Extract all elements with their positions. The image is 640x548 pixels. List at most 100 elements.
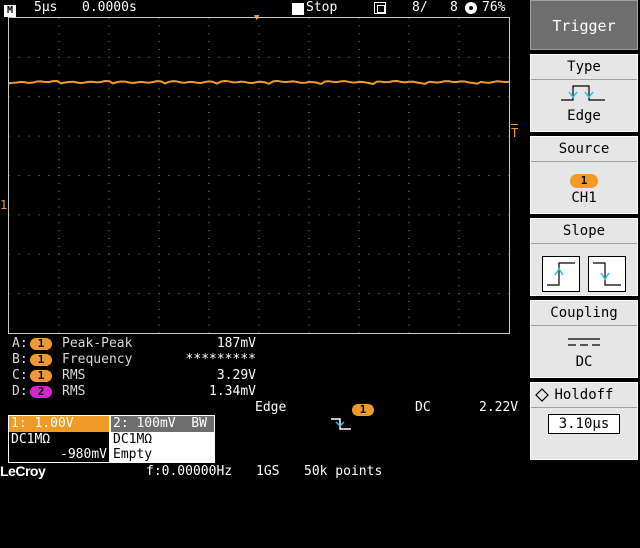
- grid-dot: [408, 56, 410, 58]
- grid-dot: [358, 112, 360, 113]
- grid-dot: [348, 135, 350, 137]
- delay-readout[interactable]: 0.0000s: [82, 0, 137, 16]
- grid-dot: [68, 96, 70, 98]
- grid-dot: [478, 96, 480, 98]
- grid-dot: [108, 238, 110, 239]
- grid-dot: [158, 316, 160, 318]
- grid-dot: [508, 175, 509, 176]
- measurement-row-a[interactable]: A: 1 Peak-Peak 187mV: [12, 336, 512, 352]
- grid-dot: [368, 293, 370, 295]
- measurement-slot: C:: [12, 368, 28, 383]
- grid-dot: [408, 198, 410, 200]
- grid-dot: [418, 96, 420, 98]
- grid-dot: [208, 332, 210, 333]
- grid-dot: [168, 214, 170, 216]
- grid-dot: [258, 119, 260, 121]
- grid-dot: [378, 56, 380, 58]
- grid-dot: [268, 56, 270, 58]
- grid-dot: [508, 56, 509, 58]
- grid-dot: [358, 64, 360, 66]
- grid-dot: [208, 104, 210, 106]
- trigger-source-button[interactable]: Source 1 CH1: [530, 136, 638, 214]
- trigger-level-marker[interactable]: T: [511, 124, 519, 140]
- grid-dot: [208, 127, 210, 129]
- channel-badge: 1: [30, 354, 52, 366]
- grid-dot: [458, 135, 460, 137]
- ch1-ground-marker[interactable]: 1: [0, 198, 7, 212]
- ch1-info-box[interactable]: 1: 1.00V DC1MΩ ofs -980mV: [8, 415, 110, 477]
- grid-dot: [118, 135, 120, 137]
- grid-dot: [308, 151, 310, 153]
- grid-dot: [298, 135, 300, 137]
- coupling-value: DC: [575, 354, 593, 370]
- grid-dot: [468, 293, 470, 295]
- grid-dot: [398, 96, 400, 98]
- grid-dot: [208, 72, 210, 74]
- grid-dot: [208, 308, 210, 310]
- run-status[interactable]: Stop: [306, 0, 337, 16]
- grid-dot: [308, 18, 310, 19]
- grid-dot: [208, 269, 210, 271]
- grid-dot: [358, 245, 360, 247]
- grid-dot: [158, 112, 160, 113]
- grid-dot: [9, 253, 10, 255]
- ch2-coupling: DC1MΩ: [113, 432, 153, 447]
- measurement-row-d[interactable]: D: 2 RMS 1.34mV: [12, 384, 512, 400]
- grid-dot: [78, 293, 80, 295]
- grid-dot: [258, 206, 260, 208]
- grid-dot: [308, 222, 310, 224]
- menu-title[interactable]: Trigger: [530, 0, 638, 50]
- waveform-display[interactable]: [8, 17, 510, 334]
- measurement-row-b[interactable]: B: 1 Frequency *********: [12, 352, 512, 368]
- source-label: Source: [531, 137, 637, 162]
- grid-dot: [258, 214, 260, 216]
- trigger-level: 2.22V: [479, 400, 519, 415]
- grid-dot: [108, 25, 110, 27]
- grid-dot: [208, 293, 210, 295]
- grid-dot: [308, 175, 310, 176]
- grid-dot: [338, 96, 340, 98]
- ch1-trace: [9, 79, 509, 86]
- grid-dot: [318, 293, 320, 295]
- grid-dot: [208, 143, 210, 145]
- grid-dot: [248, 56, 250, 58]
- falling-edge-icon[interactable]: [588, 256, 626, 292]
- grid-dot: [188, 175, 190, 176]
- grid-dot: [38, 253, 40, 255]
- grid-dot: [408, 18, 410, 19]
- trigger-holdoff-button[interactable]: Holdoff 3.10µs: [530, 382, 638, 460]
- timebase-readout[interactable]: 5µs: [34, 0, 57, 16]
- grid-dot: [298, 56, 300, 58]
- trigger-coupling-button[interactable]: Coupling DC: [530, 300, 638, 378]
- grid-dot: [78, 175, 80, 176]
- grid-dot: [168, 56, 170, 58]
- grid-dot: [358, 277, 360, 279]
- grid-dot: [398, 293, 400, 295]
- grid-dot: [358, 135, 360, 137]
- grid-dot: [258, 127, 260, 129]
- trigger-type-button[interactable]: Type Edge: [530, 54, 638, 132]
- grid-dot: [458, 190, 460, 192]
- grid-dot: [358, 301, 360, 302]
- measurement-row-c[interactable]: C: 1 RMS 3.29V: [12, 368, 512, 384]
- grid-dot: [438, 175, 440, 176]
- grid-dot: [408, 167, 410, 169]
- grid-dot: [78, 96, 80, 98]
- holdoff-value[interactable]: 3.10µs: [547, 414, 621, 434]
- grid-dot: [438, 253, 440, 255]
- ch2-info-box[interactable]: 2: 100mV BW DC1MΩ Empty: [110, 415, 215, 463]
- grid-dot: [58, 56, 60, 58]
- grid-dot: [288, 175, 290, 176]
- grid-dot: [218, 293, 220, 295]
- grid-dot: [58, 49, 60, 50]
- grid-dot: [448, 293, 450, 295]
- trigger-slope-button[interactable]: Slope: [530, 218, 638, 296]
- grid-dot: [478, 56, 480, 58]
- rising-edge-icon[interactable]: [542, 256, 580, 292]
- grid-dot: [308, 190, 310, 192]
- grid-dot: [388, 253, 390, 255]
- grid-dot: [198, 96, 200, 98]
- grid-dot: [358, 41, 360, 43]
- grid-dot: [208, 214, 210, 216]
- grid-dot: [138, 253, 140, 255]
